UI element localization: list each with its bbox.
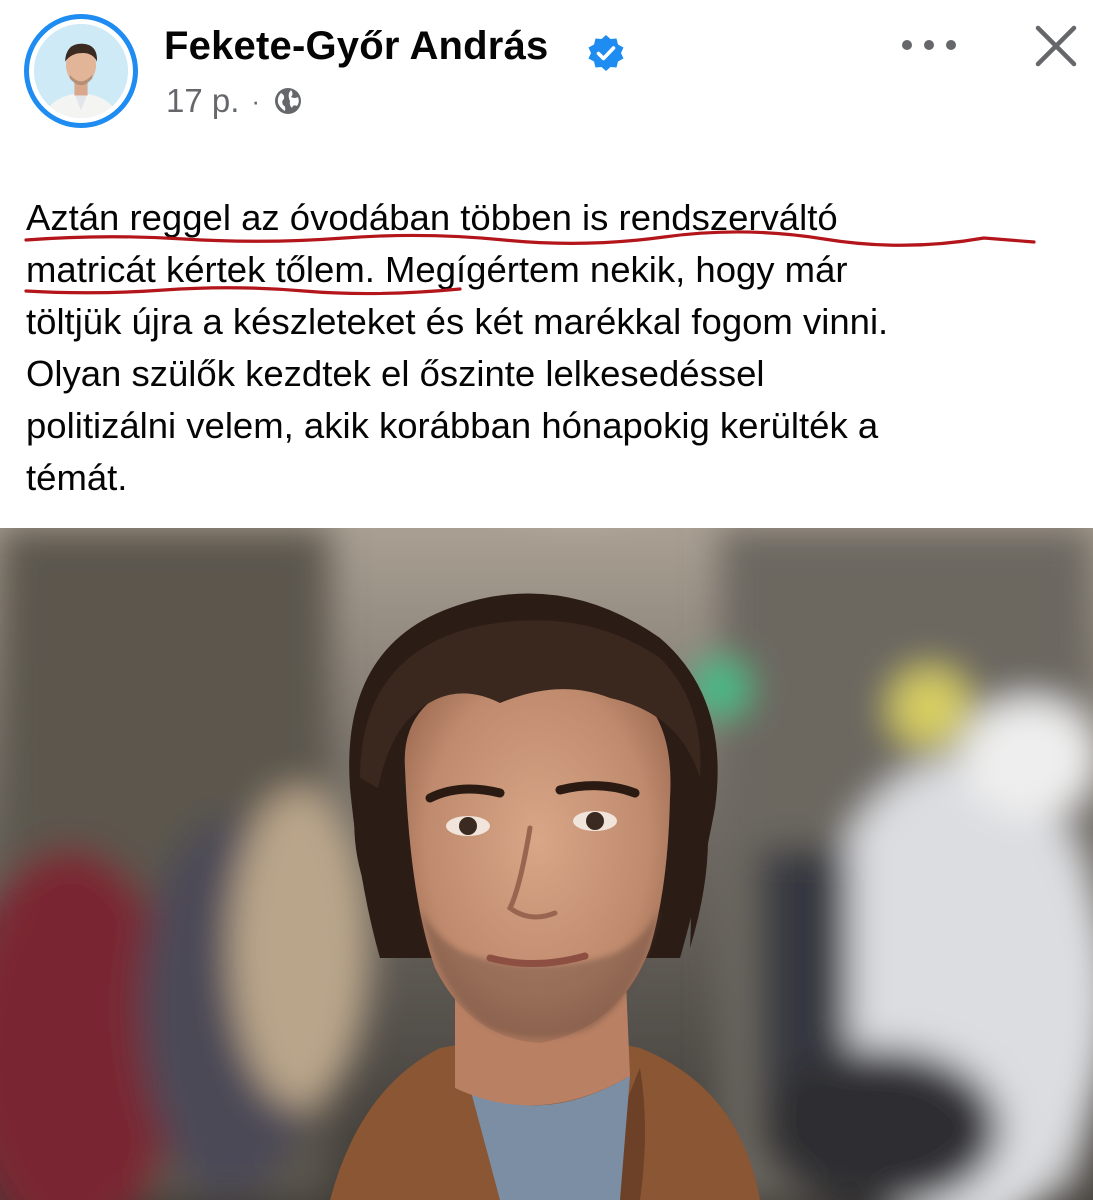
facebook-post: Fekete-Győr András 17 p. · Aztán reggel …: [0, 0, 1093, 1200]
text-line-1-content: Aztán reggel az óvodában többen is rends…: [26, 197, 838, 238]
globe-icon: [275, 88, 302, 114]
post-time[interactable]: 17 p.: [166, 82, 239, 120]
more-dot: [946, 40, 956, 50]
text-line-5: politizálni velem, akik korábban hónapok…: [26, 405, 879, 446]
portrait-image: [0, 528, 1093, 1200]
highlighted-text-1: Aztán reggel az óvodában többen is rends…: [24, 192, 1036, 247]
text-line-1: Aztán reggel az óvodában többen is rends…: [24, 192, 1086, 247]
post-photo[interactable]: [0, 528, 1093, 1200]
more-dot: [902, 40, 912, 50]
meta-separator: ·: [251, 85, 261, 116]
text-line-2-highlight: matricát kértek tőlem: [26, 249, 365, 290]
more-dot: [924, 40, 934, 50]
more-options-icon[interactable]: [902, 30, 956, 60]
author-avatar[interactable]: [24, 14, 138, 128]
close-icon[interactable]: [1030, 20, 1082, 72]
text-line-2-rest: . Megígértem nekik, hogy már: [364, 249, 848, 290]
text-line-6: témát.: [26, 457, 128, 498]
post-text: Aztán reggel az óvodában többen is rends…: [24, 192, 1086, 504]
highlighted-text-2: matricát kértek tőlem: [24, 244, 462, 296]
verified-badge-icon: [588, 35, 624, 71]
author-name[interactable]: Fekete-Győr András: [164, 24, 548, 69]
text-line-4: Olyan szülők kezdtek el őszinte lelkesed…: [26, 353, 765, 394]
avatar-image: [34, 24, 128, 118]
text-line-3: töltjük újra a készleteket és két marékk…: [26, 301, 889, 342]
text-line-2: matricát kértek tőlem . Megígértem nekik…: [24, 244, 1086, 296]
post-meta: 17 p. ·: [166, 82, 304, 120]
